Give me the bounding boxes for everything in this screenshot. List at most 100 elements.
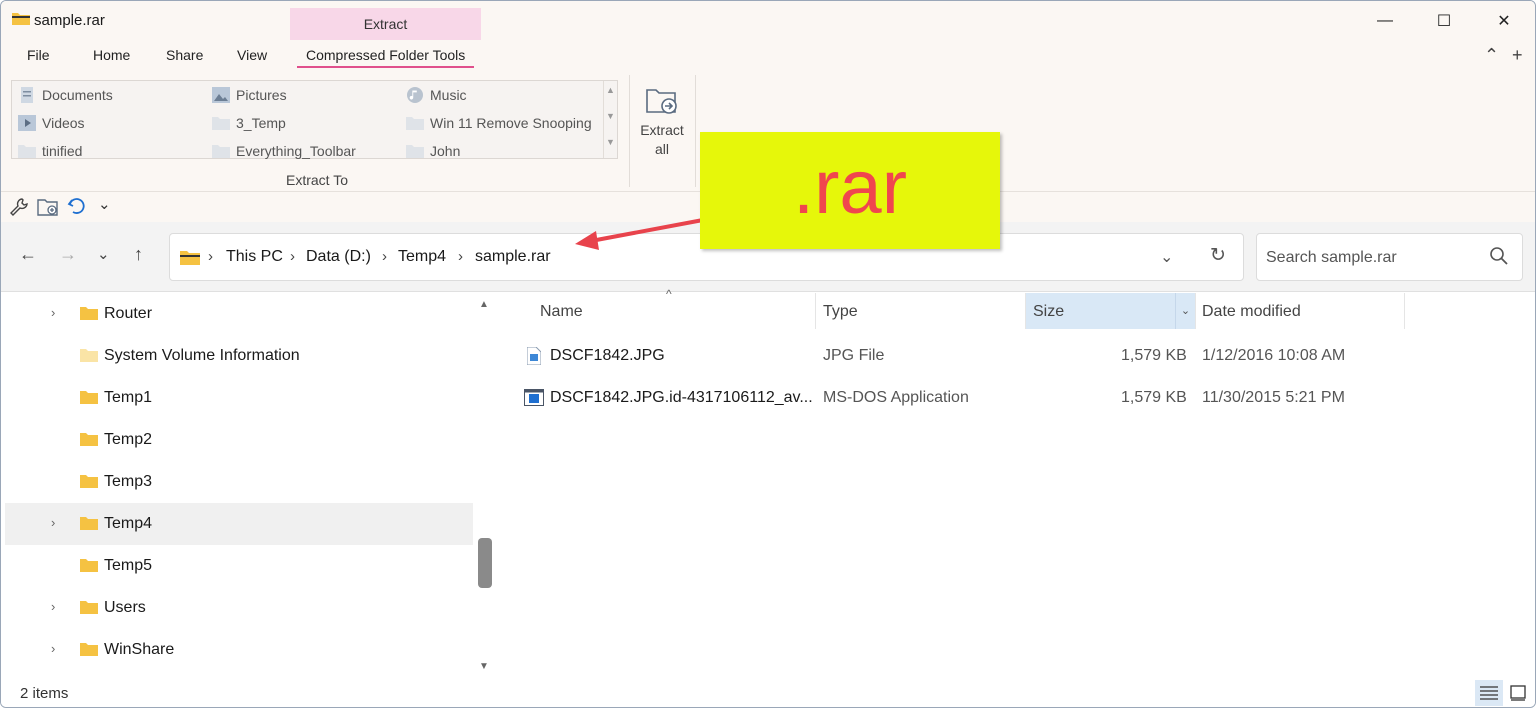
breadcrumb-separator-icon: ›	[382, 248, 387, 265]
tree-item-label: Router	[104, 305, 153, 322]
undo-icon[interactable]	[67, 196, 87, 216]
gallery-item-label: Music	[430, 87, 467, 103]
gallery-item-label: Documents	[42, 87, 113, 103]
tree-item-temp1[interactable]: Temp1	[5, 377, 473, 419]
file-size: 1,579 KB	[1121, 347, 1187, 364]
collapse-ribbon-button[interactable]: ⌃	[1484, 45, 1499, 66]
gallery-scrollbar[interactable]: ▲ ▼ ▼	[603, 81, 617, 158]
back-button[interactable]: ←	[19, 244, 37, 265]
navigation-pane: › Router System Volume Information Temp1…	[1, 293, 495, 677]
pictures-icon	[212, 87, 230, 103]
address-dropdown-icon[interactable]: ⌄	[1160, 247, 1173, 267]
breadcrumb-sample-rar[interactable]: sample.rar	[475, 248, 551, 266]
tree-item-temp2[interactable]: Temp2	[5, 419, 473, 461]
navigation-scrollbar[interactable]: ▲ ▼	[475, 293, 495, 677]
file-type: MS-DOS Application	[823, 389, 969, 406]
folder-icon	[212, 145, 230, 158]
breadcrumb-data-d[interactable]: Data (D:)	[306, 248, 371, 266]
tree-item-label: Temp1	[104, 389, 153, 406]
folder-icon	[80, 517, 98, 530]
tab-share[interactable]: Share	[166, 47, 203, 63]
column-header-size[interactable]: Size ⌄	[1026, 293, 1195, 329]
extract-to-gallery: Documents Pictures Music Videos 3_Temp W…	[11, 80, 618, 159]
videos-icon	[18, 115, 36, 131]
file-row[interactable]: DSCF1842.JPG.id-4317106112_av... MS-DOS …	[519, 381, 1419, 415]
folder-icon	[80, 391, 98, 404]
refresh-icon[interactable]: ↻	[1210, 244, 1226, 267]
tree-item-winshare[interactable]: › WinShare	[5, 629, 473, 671]
tab-view[interactable]: View	[237, 47, 267, 63]
folder-icon	[406, 145, 424, 158]
gallery-scroll-up-icon[interactable]: ▲	[604, 85, 617, 95]
column-header-label: Type	[823, 303, 858, 320]
expand-chevron-icon[interactable]: ›	[51, 305, 55, 320]
expand-chevron-icon[interactable]: ›	[51, 515, 55, 530]
properties-wrench-icon[interactable]	[9, 197, 29, 217]
extract-all-label-line1: Extract	[640, 122, 684, 138]
search-box[interactable]: Search sample.rar	[1256, 233, 1523, 281]
music-icon	[407, 87, 423, 103]
breadcrumb-this-pc[interactable]: This PC	[226, 248, 283, 266]
search-icon[interactable]	[1489, 246, 1509, 266]
tree-item-temp5[interactable]: Temp5	[5, 545, 473, 587]
extract-to-videos[interactable]: Videos	[18, 115, 85, 131]
breadcrumb-temp4[interactable]: Temp4	[398, 248, 446, 266]
gallery-scroll-down-icon[interactable]: ▼	[604, 111, 617, 121]
new-folder-icon[interactable]	[37, 197, 59, 217]
scroll-up-icon[interactable]: ▲	[479, 299, 489, 310]
tree-item-label: Temp4	[104, 515, 153, 532]
forward-button[interactable]: →	[59, 244, 77, 265]
column-divider[interactable]	[1404, 293, 1405, 329]
folder-icon	[406, 117, 424, 130]
expand-chevron-icon[interactable]: ›	[51, 641, 55, 656]
minimize-button[interactable]: —	[1362, 7, 1408, 35]
application-file-icon	[524, 389, 544, 406]
gallery-item-label: Everything_Toolbar	[236, 143, 356, 159]
tree-item-temp4[interactable]: › Temp4	[5, 503, 473, 545]
extract-to-john[interactable]: John	[406, 143, 460, 159]
tree-item-temp3[interactable]: Temp3	[5, 461, 473, 503]
recent-locations-button[interactable]: ⌄	[97, 245, 110, 263]
tree-item-users[interactable]: › Users	[5, 587, 473, 629]
file-row[interactable]: DSCF1842.JPG JPG File 1,579 KB 1/12/2016…	[519, 339, 1419, 373]
extract-all-label-line2: all	[654, 141, 669, 157]
details-view-button[interactable]	[1475, 680, 1503, 706]
extract-all-button[interactable]: Extract all	[634, 85, 690, 159]
help-button[interactable]: +	[1512, 45, 1523, 66]
column-header-type[interactable]: Type	[816, 293, 1026, 329]
extract-to-tinified[interactable]: tinified	[18, 143, 82, 159]
tab-home[interactable]: Home	[93, 47, 130, 63]
scroll-down-icon[interactable]: ▼	[479, 661, 489, 672]
expand-chevron-icon[interactable]: ›	[51, 599, 55, 614]
tree-item-system-volume-information[interactable]: System Volume Information	[5, 335, 473, 377]
column-header-name[interactable]: Name ^	[525, 287, 815, 329]
context-tab-extract[interactable]: Extract	[290, 8, 481, 40]
extract-to-everything-toolbar[interactable]: Everything_Toolbar	[212, 143, 356, 159]
extract-to-win-11-remove-snooping[interactable]: Win 11 Remove Snooping	[406, 115, 592, 131]
maximize-button[interactable]: ☐	[1421, 7, 1467, 35]
column-filter-chevron-icon[interactable]: ⌄	[1175, 293, 1195, 329]
extract-to-pictures[interactable]: Pictures	[212, 87, 287, 103]
tree-item-label: Temp5	[104, 557, 153, 574]
extract-to-3-temp[interactable]: 3_Temp	[212, 115, 286, 131]
column-header-date-modified[interactable]: Date modified	[1196, 293, 1404, 329]
up-button[interactable]: ↑	[134, 244, 143, 265]
tree-item-router[interactable]: › Router	[5, 293, 473, 335]
large-icons-view-button[interactable]	[1504, 680, 1532, 706]
file-name: DSCF1842.JPG	[550, 347, 665, 364]
file-name: DSCF1842.JPG.id-4317106112_av...	[550, 389, 813, 406]
extract-all-icon	[646, 89, 677, 114]
folder-icon	[80, 643, 98, 656]
tab-compressed-folder-tools[interactable]: Compressed Folder Tools	[297, 47, 475, 68]
extract-to-music[interactable]: Music	[406, 87, 467, 103]
customize-qat-chevron-icon[interactable]: ⌄	[98, 195, 111, 213]
gallery-more-icon[interactable]: ▼	[604, 137, 617, 147]
folder-icon	[18, 145, 36, 158]
tab-file[interactable]: File	[27, 47, 50, 63]
extract-to-documents[interactable]: Documents	[18, 87, 113, 103]
gallery-item-label: tinified	[42, 143, 83, 159]
close-button[interactable]: ✕	[1481, 7, 1527, 35]
group-divider	[695, 75, 696, 187]
scrollbar-thumb[interactable]	[478, 538, 492, 588]
details-view-icon	[1480, 686, 1498, 700]
